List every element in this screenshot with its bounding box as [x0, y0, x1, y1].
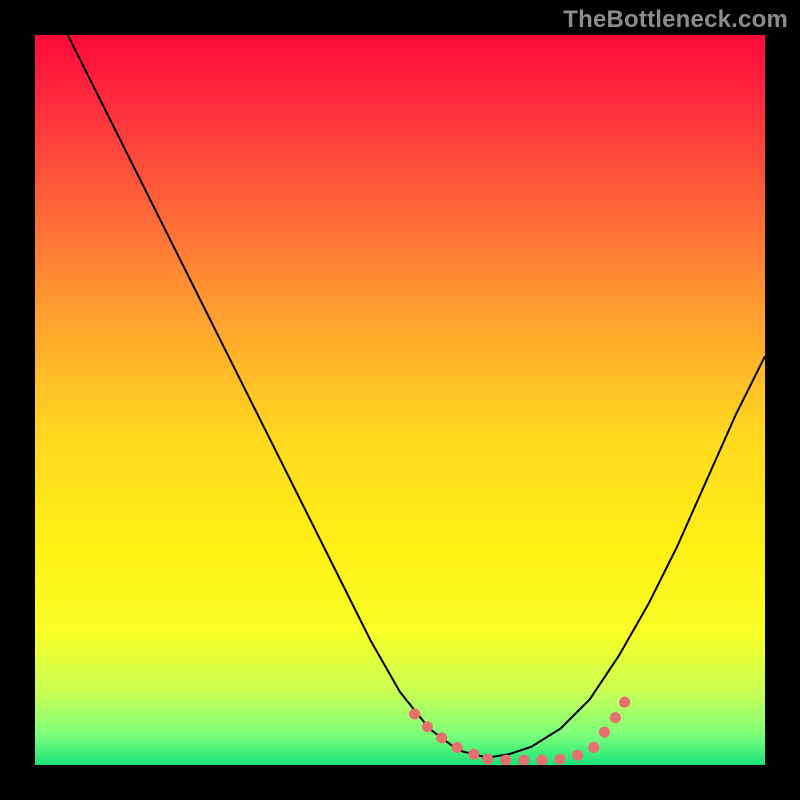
series-bottleneck-curve [35, 35, 765, 758]
curve-layer [35, 35, 765, 765]
series-highlight-bottom [488, 739, 605, 760]
series-highlight-right [604, 699, 626, 732]
series-highlight-left [415, 714, 488, 756]
chart-frame: TheBottleneck.com [0, 0, 800, 800]
watermark-text: TheBottleneck.com [563, 6, 788, 34]
plot-area [35, 35, 765, 765]
